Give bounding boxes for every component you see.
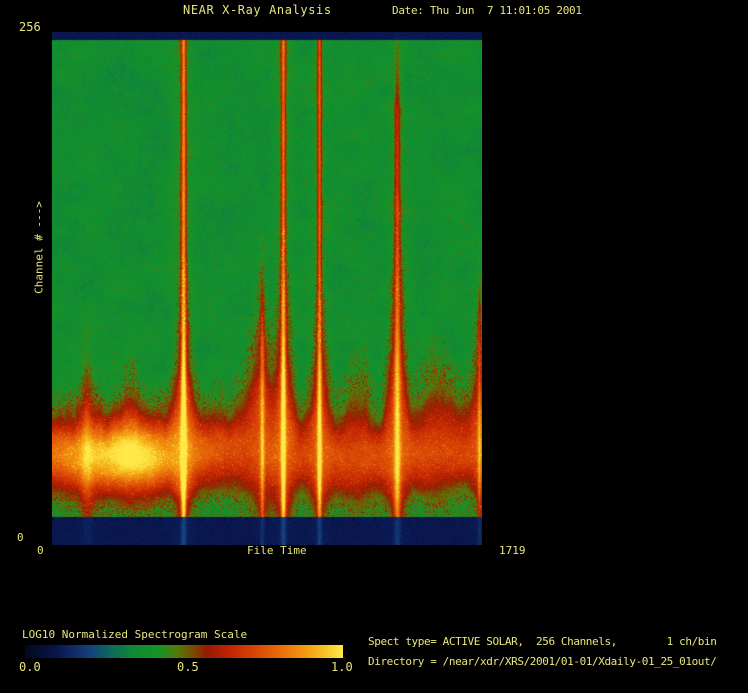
y-axis-min-tick: 0 [17,532,24,544]
colorbar-tick-05: 0.5 [177,661,199,674]
spectrogram-canvas [52,32,482,545]
colorbar-tick-1: 1.0 [331,661,353,674]
page-title: NEAR X-Ray Analysis [183,4,332,17]
colorbar-tick-0: 0.0 [19,661,41,674]
y-axis-label: Channel # ---> [34,192,49,304]
colorbar-gradient [25,645,343,658]
x-axis-max-tick: 1719 [499,545,526,557]
header-date: Date: Thu Jun 7 11:01:05 2001 [392,5,582,17]
x-axis-label: File Time [247,545,307,557]
colorbar-title: LOG10 Normalized Spectrogram Scale [22,629,247,641]
spect-type-line: Spect type= ACTIVE SOLAR, 256 Channels, … [368,636,716,648]
directory-line: Directory = /near/xdr/XRS/2001/01-01/Xda… [368,656,716,668]
y-axis-max-tick: 256 [19,21,41,34]
xray-analysis-window: NEAR X-Ray Analysis Date: Thu Jun 7 11:0… [0,0,748,693]
x-axis-min-tick: 0 [37,545,44,557]
